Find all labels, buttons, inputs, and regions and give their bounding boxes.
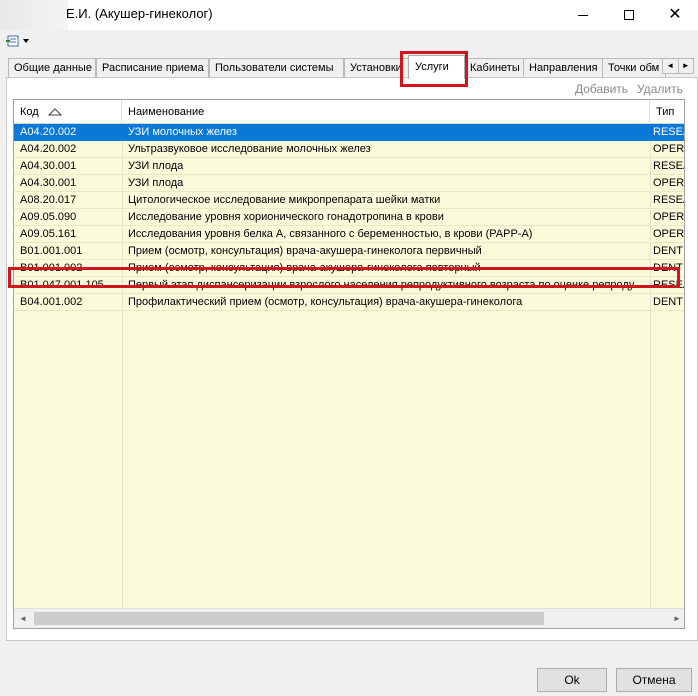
tab-exchange-points[interactable]: Точки обм: [602, 58, 666, 78]
cell-type: OPERA: [653, 228, 685, 240]
cell-name: УЗИ плода: [128, 177, 184, 189]
cell-type: RESEA: [653, 194, 684, 206]
tab-referrals[interactable]: Направления: [523, 58, 604, 78]
minimize-icon: [578, 14, 588, 16]
dropdown-arrow-icon[interactable]: [22, 38, 30, 44]
column-label: Код: [20, 106, 39, 118]
tab-settings[interactable]: Установки: [344, 58, 412, 78]
column-header-name[interactable]: Наименование: [122, 100, 650, 124]
table-row[interactable]: B01.001.001 Прием (осмотр, консультация) …: [14, 243, 684, 260]
cell-name: Исследования уровня белка А, связанного …: [128, 228, 533, 240]
add-link[interactable]: Добавить: [575, 82, 628, 96]
table-row[interactable]: A04.30.001 УЗИ плода RESEA: [14, 158, 684, 175]
column-header-type[interactable]: Тип: [650, 100, 684, 124]
minimize-button[interactable]: [560, 0, 606, 30]
tab-rooms[interactable]: Кабинеты: [464, 58, 526, 78]
cell-code: A04.30.001: [20, 177, 77, 189]
cell-type: DENT: [653, 262, 683, 274]
app-icon: [0, 0, 68, 30]
table-row[interactable]: A04.30.001 УЗИ плода OPERA: [14, 175, 685, 192]
close-button[interactable]: ✕: [652, 0, 698, 30]
document-menu-icon[interactable]: [6, 34, 22, 48]
scroll-right-icon[interactable]: ►: [668, 609, 684, 628]
cell-code: A04.20.002: [20, 126, 77, 138]
table-row[interactable]: A09.05.161 Исследования уровня белка А, с…: [14, 226, 685, 243]
cell-code: B01.001.001: [20, 245, 83, 257]
cell-name: Цитологическое исследование микропрепара…: [128, 194, 441, 206]
cell-type: OPERA: [653, 177, 685, 189]
cell-name: Прием (осмотр, консультация) врача-акуше…: [128, 262, 481, 274]
tab-scroll-buttons: ◄ ►: [662, 58, 694, 74]
cell-code: B01.047.001.105: [20, 279, 104, 291]
ok-button[interactable]: Ok: [537, 668, 607, 692]
cell-code: A04.30.001: [20, 160, 77, 172]
cell-code: A04.20.002: [20, 143, 77, 155]
table-row[interactable]: A04.20.002 УЗИ молочных желез RESEA: [14, 124, 684, 141]
table-row[interactable]: A04.20.002 Ультразвуковое исследование мо…: [14, 141, 685, 158]
table-row[interactable]: A08.20.017 Цитологическое исследование ми…: [14, 192, 684, 209]
horizontal-scrollbar[interactable]: ◄ ►: [14, 608, 684, 628]
window-title: Е.И. (Акушер-гинеколог): [66, 6, 213, 21]
grid-body: A04.20.002УЗИ молочных железRESEAA04.20.…: [14, 124, 685, 608]
delete-link[interactable]: Удалить: [637, 82, 683, 96]
cell-code: B01.001.002: [20, 262, 83, 274]
tab-schedule[interactable]: Расписание приема: [96, 58, 209, 78]
grid-header: Код Наименование Тип: [14, 100, 684, 124]
maximize-icon: [624, 10, 634, 20]
cell-code: A09.05.090: [20, 211, 77, 223]
cell-name: УЗИ плода: [128, 160, 184, 172]
cell-name: Профилактический прием (осмотр, консульт…: [128, 296, 523, 308]
toolbar: [0, 30, 698, 54]
tab-users[interactable]: Пользователи системы: [209, 58, 344, 78]
cell-type: OPERA: [653, 143, 685, 155]
cell-name: Прием (осмотр, консультация) врача-акуше…: [128, 245, 482, 257]
tab-strip: Общие данные Расписание приема Пользоват…: [8, 55, 698, 79]
cancel-button[interactable]: Отмена: [616, 668, 692, 692]
table-row[interactable]: B01.001.002 Прием (осмотр, консультация) …: [14, 260, 684, 277]
cell-name: Ультразвуковое исследование молочных жел…: [128, 143, 371, 155]
table-row[interactable]: A09.05.090 Исследование уровня хорионичес…: [14, 209, 685, 226]
cell-type: RESEA: [653, 160, 684, 172]
scrollbar-thumb[interactable]: [34, 612, 544, 625]
cell-code: B04.001.002: [20, 296, 83, 308]
tab-scroll-left-icon[interactable]: ◄: [663, 59, 679, 73]
cell-type: RESEA: [653, 126, 684, 138]
cell-name: УЗИ молочных желез: [128, 126, 237, 138]
table-row[interactable]: B01.047.001.105 Первый этап диспансеризац…: [14, 277, 684, 294]
close-icon: ✕: [668, 6, 682, 23]
cell-type: OPERA: [653, 211, 685, 223]
tab-general[interactable]: Общие данные: [8, 58, 96, 78]
cell-code: A08.20.017: [20, 194, 77, 206]
cell-type: RESEA: [653, 279, 684, 291]
cell-code: A09.05.161: [20, 228, 77, 240]
maximize-button[interactable]: [606, 0, 652, 30]
cell-type: DENT: [653, 296, 683, 308]
scroll-left-icon[interactable]: ◄: [14, 609, 32, 628]
tab-scroll-right-icon[interactable]: ►: [679, 59, 694, 73]
services-grid: Код Наименование Тип A04.20.002 УЗИ молоч…: [13, 99, 685, 629]
cell-type: DENT: [653, 245, 683, 257]
tab-services[interactable]: Услуги: [408, 55, 465, 79]
table-row[interactable]: B04.001.002 Профилактический прием (осмот…: [14, 294, 684, 311]
column-header-code[interactable]: Код: [14, 100, 122, 124]
cell-name: Первый этап диспансеризации взрослого на…: [128, 279, 650, 291]
cell-name: Исследование уровня хорионического гонад…: [128, 211, 444, 223]
sort-up-icon: [48, 108, 62, 116]
